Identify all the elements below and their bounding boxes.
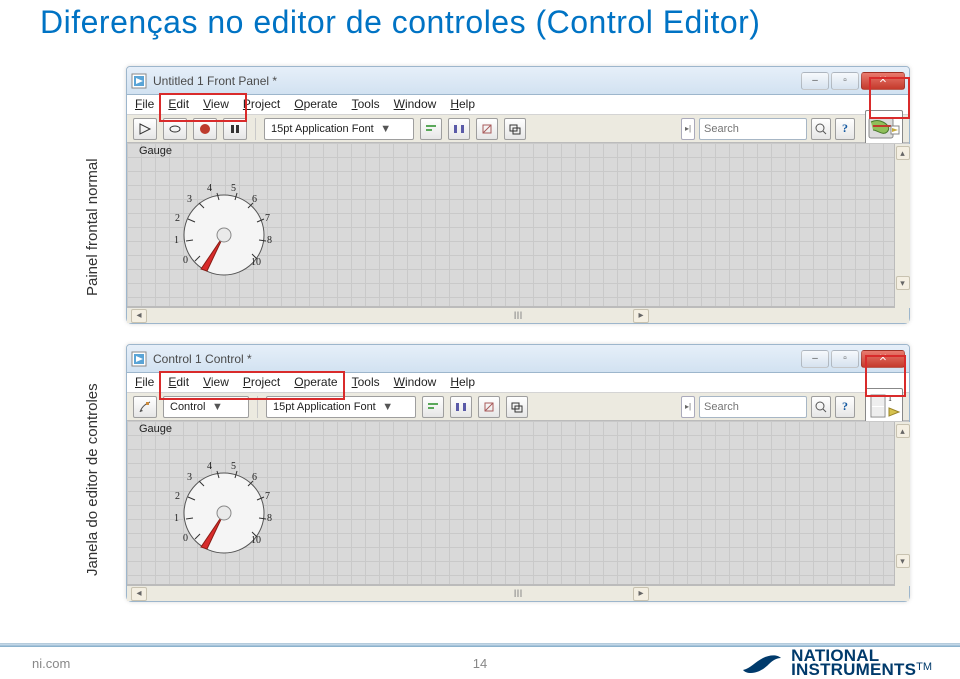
svg-text:7: 7 (265, 213, 270, 224)
distribute-button[interactable] (448, 118, 470, 140)
scroll-left-icon[interactable]: ◂ (131, 309, 147, 323)
menu-operate[interactable]: Operate (294, 97, 337, 114)
search-icon[interactable] (811, 118, 831, 140)
menu-tools[interactable]: Tools (352, 97, 380, 114)
chevron-down-icon: ▼ (380, 401, 396, 413)
scroll-up-icon[interactable]: ▴ (896, 424, 910, 438)
labview-app-icon (131, 351, 147, 367)
slide-title: Diferenças no editor de controles (Contr… (40, 4, 760, 41)
svg-text:3: 3 (187, 472, 192, 483)
menu-file[interactable]: File (135, 375, 154, 392)
window-title: Control 1 Control * (153, 352, 801, 366)
svg-text:1: 1 (174, 235, 179, 246)
grid-workarea[interactable]: Gauge 0 1 2 3 4 5 6 7 8 10 (127, 143, 909, 307)
scroll-down-icon[interactable]: ▾ (896, 554, 910, 568)
scrollbar-vertical[interactable]: ▴ ▾ (894, 422, 910, 586)
highlight-vi-icon (869, 77, 910, 119)
scroll-down-icon[interactable]: ▾ (896, 276, 910, 290)
gauge-control[interactable]: 0 1 2 3 4 5 6 7 8 10 (151, 161, 297, 277)
svg-text:5: 5 (231, 183, 236, 194)
menu-file[interactable]: File (135, 97, 154, 114)
maximize-button[interactable]: ▫ (831, 350, 859, 368)
menu-tools[interactable]: Tools (352, 375, 380, 392)
footer-site: ni.com (32, 656, 70, 671)
svg-text:2: 2 (175, 491, 180, 502)
edit-mode-button[interactable] (133, 396, 157, 418)
chevron-down-icon: ▼ (378, 123, 394, 135)
reorder-button[interactable] (504, 118, 526, 140)
align-button[interactable] (422, 396, 444, 418)
search-input[interactable] (699, 396, 807, 418)
highlight-connector-icon (865, 355, 906, 397)
menu-help[interactable]: Help (450, 97, 475, 114)
minimize-button[interactable]: – (801, 72, 829, 90)
svg-text:3: 3 (187, 194, 192, 205)
grid-workarea[interactable]: Gauge 0 1 2 3 4 5 6 7 8 10 (127, 421, 909, 585)
page-number: 14 (473, 656, 487, 671)
panel-a-caption: Painel frontal normal (84, 272, 101, 296)
svg-text:4: 4 (207, 183, 212, 194)
labview-app-icon (131, 73, 147, 89)
menu-window[interactable]: Window (394, 97, 437, 114)
scrollbar-horizontal[interactable]: ◂ ⅠⅠⅠ ▸ (127, 307, 909, 323)
svg-text:4: 4 (207, 461, 212, 472)
svg-text:0: 0 (183, 533, 188, 544)
menu-project[interactable]: Project (243, 97, 280, 114)
resize-button[interactable] (478, 396, 500, 418)
scroll-up-icon[interactable]: ▴ (896, 146, 910, 160)
context-help-button[interactable]: ? (835, 396, 855, 418)
panel-b-caption: Janela do editor de controles (84, 552, 101, 576)
ni-eagle-icon (741, 650, 783, 676)
scrollbar-horizontal[interactable]: ◂ ⅠⅠⅠ ▸ (127, 585, 909, 601)
svg-text:5: 5 (231, 461, 236, 472)
svg-text:8: 8 (267, 513, 272, 524)
distribute-button[interactable] (450, 396, 472, 418)
run-button[interactable] (133, 118, 157, 140)
ni-logo: NATIONAL INSTRUMENTSTM (741, 649, 932, 677)
scroll-right-icon[interactable]: ▸ (633, 587, 649, 601)
svg-text:8: 8 (267, 235, 272, 246)
font-combo-label: 15pt Application Font (273, 401, 376, 413)
svg-text:7: 7 (265, 491, 270, 502)
menu-help[interactable]: Help (450, 375, 475, 392)
gauge-control[interactable]: 0 1 2 3 4 5 6 7 8 10 (151, 439, 297, 555)
align-button[interactable] (420, 118, 442, 140)
scroll-thumb-icon: ⅠⅠⅠ (514, 311, 523, 322)
gauge-label: Gauge (139, 145, 172, 157)
svg-text:2: 2 (175, 213, 180, 224)
scroll-left-icon[interactable]: ◂ (131, 587, 147, 601)
minimize-button[interactable]: – (801, 350, 829, 368)
context-help-button[interactable]: ? (835, 118, 855, 140)
font-combo[interactable]: 15pt Application Font ▼ (264, 118, 414, 140)
logo-line2: INSTRUMENTS (791, 660, 916, 679)
svg-text:1: 1 (174, 513, 179, 524)
maximize-button[interactable]: ▫ (831, 72, 859, 90)
search-input[interactable] (699, 118, 807, 140)
scroll-thumb-icon: ⅠⅠⅠ (514, 589, 523, 600)
gauge-label: Gauge (139, 423, 172, 435)
highlight-run-buttons (159, 93, 247, 122)
menu-window[interactable]: Window (394, 375, 437, 392)
search-prev-icon[interactable]: ▸| (681, 396, 695, 418)
highlight-edit-controls (159, 371, 345, 400)
search-icon[interactable] (811, 396, 831, 418)
reorder-button[interactable] (506, 396, 528, 418)
font-combo-label: 15pt Application Font (271, 123, 374, 135)
control-type-label: Control (170, 401, 205, 413)
logo-tm: TM (916, 661, 932, 673)
resize-button[interactable] (476, 118, 498, 140)
search-prev-icon[interactable]: ▸| (681, 118, 695, 140)
scroll-right-icon[interactable]: ▸ (633, 309, 649, 323)
window-title: Untitled 1 Front Panel * (153, 74, 801, 88)
svg-text:0: 0 (183, 255, 188, 266)
chevron-down-icon: ▼ (209, 401, 225, 413)
scrollbar-vertical[interactable]: ▴ ▾ (894, 144, 910, 308)
